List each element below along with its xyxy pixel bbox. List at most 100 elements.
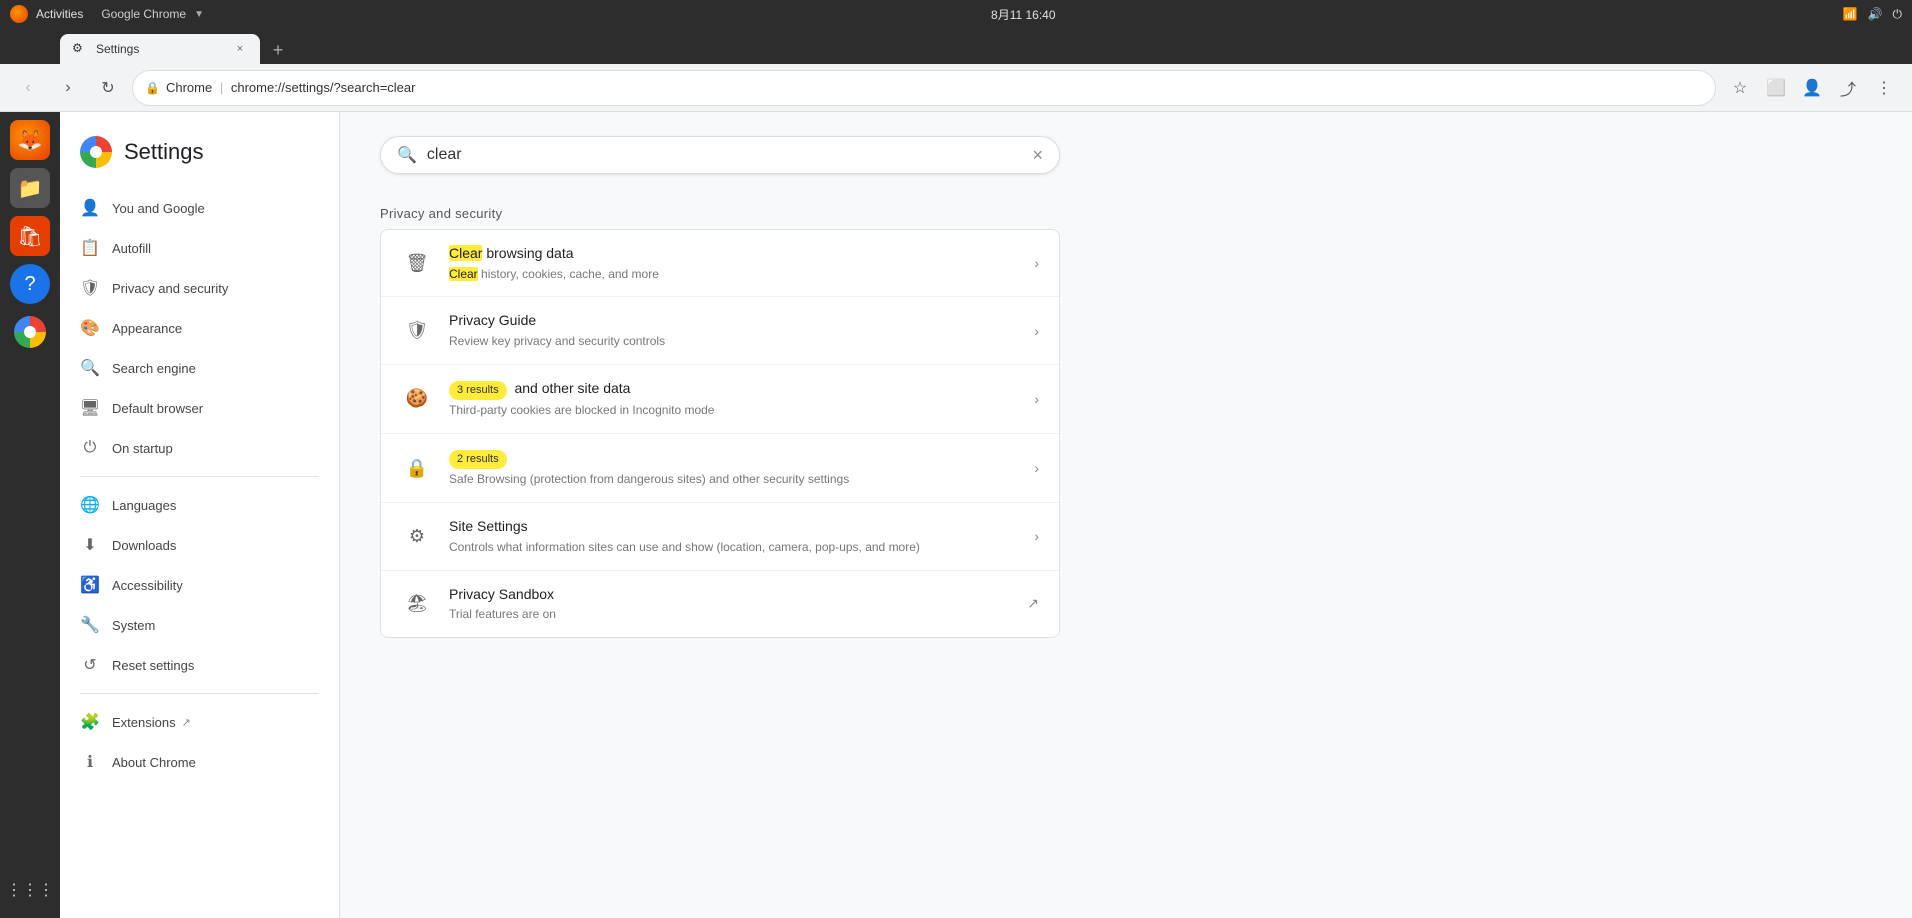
settings-main: 🔍 × Privacy and security 🗑 Clear browsin… (340, 112, 1912, 918)
result-clear-browsing-content: Clear browsing data Clear history, cooki… (449, 244, 1034, 282)
power-icon: ⏻ (1893, 7, 1903, 22)
profile-button[interactable]: 👤 (1796, 72, 1828, 104)
dock-chrome-icon[interactable] (10, 312, 50, 352)
result-arrow-4: › (1034, 460, 1039, 476)
system-icon: 🔧 (80, 615, 100, 635)
downloads-icon: ⬇ (80, 535, 100, 555)
result-privacy-sandbox[interactable]: 🏖 Privacy Sandbox Trial features are on … (381, 571, 1059, 637)
settings-container: Settings 👤 You and Google 📋 Autofill 🛡 P… (60, 112, 1912, 918)
address-bar[interactable]: 🔒 Chrome | chrome://settings/?search=cle… (132, 70, 1716, 106)
dock-firefox-icon[interactable]: 🦊 (10, 120, 50, 160)
languages-icon: 🌐 (80, 495, 100, 515)
result-security-subtitle: Safe Browsing (protection from dangerous… (449, 471, 1034, 488)
autofill-icon: 📋 (80, 238, 100, 258)
extensions-label: Extensions ↗ (112, 715, 191, 730)
nav-right-buttons: ☆ ⬜ 👤 ⤴ ⋮ (1724, 72, 1900, 104)
result-cookies-subtitle: Third-party cookies are blocked in Incog… (449, 402, 1034, 419)
nav-item-autofill[interactable]: 📋 Autofill (60, 228, 323, 268)
result-clear-browsing-title: Clear browsing data (449, 244, 1034, 264)
dock-files-icon[interactable]: 📁 (10, 168, 50, 208)
nav-item-about-chrome[interactable]: ℹ About Chrome (60, 742, 323, 782)
privacy-security-icon: 🛡 (80, 278, 100, 298)
nav-item-default-browser[interactable]: 🖥 Default browser (60, 388, 323, 428)
nav-item-downloads[interactable]: ⬇ Downloads (60, 525, 323, 565)
tab-close-button[interactable]: × (232, 41, 248, 57)
menu-button[interactable]: ⋮ (1868, 72, 1900, 104)
nav-label-on-startup: On startup (112, 441, 173, 456)
result-site-settings[interactable]: ⚙ Site Settings Controls what informatio… (381, 503, 1059, 570)
nav-label-you-and-google: You and Google (112, 201, 205, 216)
search-clear-button[interactable]: × (1032, 146, 1043, 164)
nav-label-reset-settings: Reset settings (112, 658, 194, 673)
highlight-clear-2: Clear (449, 267, 478, 281)
nav-label-about-chrome: About Chrome (112, 755, 196, 770)
results-card: 🗑 Clear browsing data Clear history, coo… (380, 229, 1060, 638)
result-site-settings-title: Site Settings (449, 517, 1034, 537)
result-clear-browsing-data[interactable]: 🗑 Clear browsing data Clear history, coo… (381, 230, 1059, 297)
lock-icon: 🔒 (145, 81, 160, 95)
back-button[interactable]: ‹ (12, 72, 44, 104)
main-content: 🦊 📁 🛍 ? ⋮⋮⋮ Settings 👤 You and Google (0, 112, 1912, 918)
nav-item-reset-settings[interactable]: ↺ Reset settings (60, 645, 323, 685)
nav-item-on-startup[interactable]: ⏻ On startup (60, 428, 323, 468)
result-privacy-guide[interactable]: 🛡 Privacy Guide Review key privacy and s… (381, 297, 1059, 364)
app-dock: 🦊 📁 🛍 ? ⋮⋮⋮ (0, 112, 60, 918)
result-arrow-1: › (1034, 255, 1039, 271)
result-cookies-content: 3 results and other site data Third-part… (449, 379, 1034, 419)
forward-button[interactable]: › (52, 72, 84, 104)
nav-item-system[interactable]: 🔧 System (60, 605, 323, 645)
nav-item-accessibility[interactable]: ♿ Accessibility (60, 565, 323, 605)
address-origin-text: Chrome (166, 80, 212, 95)
search-input[interactable] (427, 146, 1023, 164)
dropdown-arrow[interactable]: ▼ (194, 9, 204, 20)
result-external-icon: ↗ (1027, 595, 1039, 612)
active-tab[interactable]: ⚙ Settings × (60, 34, 260, 64)
address-origin: Chrome | chrome://settings/?search=clear (166, 80, 1703, 95)
nav-item-languages[interactable]: 🌐 Languages (60, 485, 323, 525)
result-cookies[interactable]: 🍪 3 results and other site data Third-pa… (381, 365, 1059, 434)
about-chrome-icon: ℹ (80, 752, 100, 772)
nav-item-you-and-google[interactable]: 👤 You and Google (60, 188, 323, 228)
result-privacy-guide-subtitle: Review key privacy and security controls (449, 333, 1034, 350)
you-and-google-icon: 👤 (80, 198, 100, 218)
badge-3-results: 3 results (449, 381, 507, 400)
result-privacy-guide-icon: 🛡 (401, 315, 433, 347)
result-privacy-sandbox-subtitle: Trial features are on (449, 606, 1027, 623)
bookmark-button[interactable]: ☆ (1724, 72, 1756, 104)
firefox-icon (10, 5, 28, 23)
result-security[interactable]: 🔒 2 results Safe Browsing (protection fr… (381, 434, 1059, 503)
reset-settings-icon: ↺ (80, 655, 100, 675)
responsive-mode-button[interactable]: ⬜ (1760, 72, 1792, 104)
search-container: 🔍 × (380, 136, 1060, 174)
grid-icon: ⋮⋮⋮ (6, 880, 54, 900)
settings-title-row: Settings (60, 128, 339, 188)
results-section: Privacy and security 🗑 Clear browsing da… (380, 206, 1872, 638)
dock-appstore-icon[interactable]: 🛍 (10, 216, 50, 256)
nav-item-extensions[interactable]: 🧩 Extensions ↗ (60, 702, 323, 742)
nav-item-privacy-security[interactable]: 🛡 Privacy and security (60, 268, 323, 308)
result-privacy-sandbox-icon: 🏖 (401, 588, 433, 620)
result-arrow-5: › (1034, 528, 1039, 544)
nav-separator-2 (80, 693, 319, 694)
reload-button[interactable]: ↻ (92, 72, 124, 104)
extensions-icon: 🧩 (80, 712, 100, 732)
result-privacy-sandbox-content: Privacy Sandbox Trial features are on (449, 585, 1027, 623)
system-bar-right: 📶 🔊 ⏻ (1843, 7, 1902, 22)
activities-label: Activities (36, 7, 83, 21)
result-privacy-guide-content: Privacy Guide Review key privacy and sec… (449, 311, 1034, 349)
nav-item-search-engine[interactable]: 🔍 Search engine (60, 348, 323, 388)
system-bar-time: 8月11 16:40 (991, 6, 1056, 23)
share-button[interactable]: ⤴ (1832, 72, 1864, 104)
dock-grid-icon[interactable]: ⋮⋮⋮ (10, 870, 50, 910)
nav-label-accessibility: Accessibility (112, 578, 183, 593)
tab-favicon: ⚙ (72, 41, 88, 57)
section-title: Privacy and security (380, 206, 1872, 221)
settings-nav: Settings 👤 You and Google 📋 Autofill 🛡 P… (60, 112, 340, 918)
nav-item-appearance[interactable]: 🎨 Appearance (60, 308, 323, 348)
address-url-text: chrome://settings/?search=clear (231, 80, 416, 95)
nav-separator-1 (80, 476, 319, 477)
browser-chrome: ⚙ Settings × + ‹ › ↻ 🔒 Chrome | chrome:/… (0, 28, 1912, 112)
result-site-settings-icon: ⚙ (401, 520, 433, 552)
new-tab-button[interactable]: + (264, 36, 292, 64)
dock-help-icon[interactable]: ? (10, 264, 50, 304)
